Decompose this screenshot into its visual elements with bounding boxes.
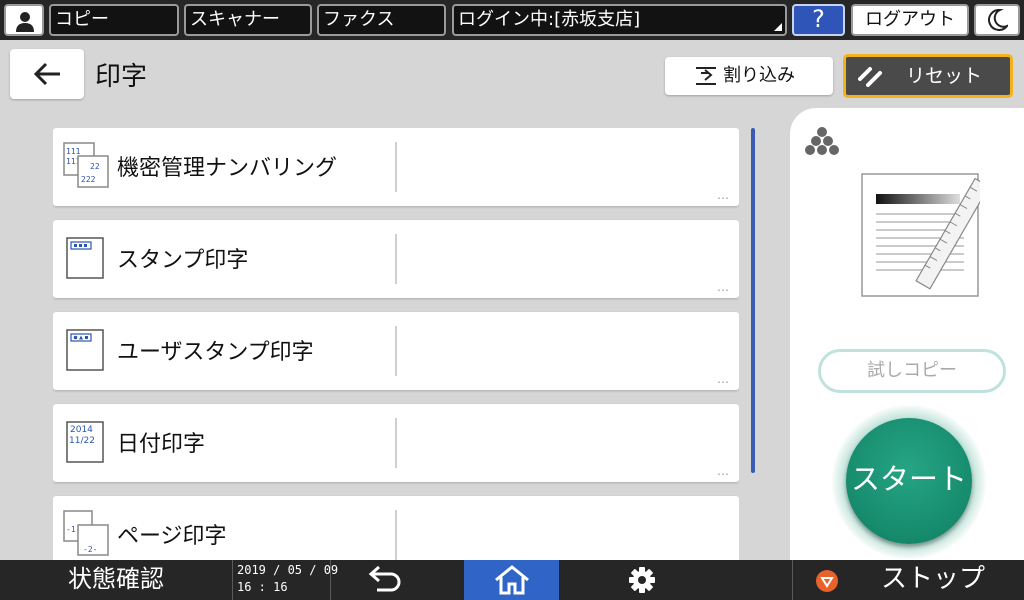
energy-saver-button[interactable] xyxy=(974,4,1020,36)
status-check-button[interactable]: 状態確認 xyxy=(0,560,232,600)
svg-text:-2-: -2- xyxy=(83,545,97,554)
stamp-icon xyxy=(66,237,104,279)
scanner-app-button[interactable]: スキャナー xyxy=(184,4,312,36)
list-item-user-stamp[interactable]: ユーザスタンプ印字 … xyxy=(53,312,739,390)
fax-app-button[interactable]: ファクス xyxy=(317,4,446,36)
svg-text:111: 111 xyxy=(66,147,81,156)
gear-icon xyxy=(629,567,655,593)
list-item-label: 機密管理ナンバリング xyxy=(117,156,338,181)
color-mode-icon xyxy=(805,127,839,155)
top-bar: コピー スキャナー ファクス ログイン中:[赤坂支店] ? ログアウト xyxy=(0,0,1024,40)
separator xyxy=(232,560,233,600)
reset-label: リセット xyxy=(906,65,983,87)
time-text: 16 : 16 xyxy=(237,580,288,594)
fax-app-label: ファクス xyxy=(323,9,395,30)
list-item-numbering[interactable]: 111 111 22 222 機密管理ナンバリング … xyxy=(53,128,739,206)
bottom-bar: 状態確認 2019 / 05 / 09 16 : 16 ストップ xyxy=(0,560,1024,600)
undo-button[interactable] xyxy=(360,560,410,600)
list-item-label: 日付印字 xyxy=(117,432,206,457)
row-divider xyxy=(395,418,397,468)
list-item-page-stamp[interactable]: -1- -2- ページ印字 … xyxy=(53,496,739,560)
list-item-label: スタンプ印字 xyxy=(117,248,249,273)
reset-button[interactable]: リセット xyxy=(843,54,1013,98)
undo-arrow-icon xyxy=(368,565,401,592)
row-divider xyxy=(395,234,397,284)
moon-icon xyxy=(988,9,1008,31)
svg-text:222: 222 xyxy=(81,175,96,184)
home-icon xyxy=(495,565,529,595)
trial-copy-button[interactable]: 試しコピー xyxy=(818,349,1006,393)
more-dots: … xyxy=(717,280,730,294)
user-icon xyxy=(16,12,34,32)
page-number-icon: -1- -2- xyxy=(63,510,109,556)
stop-label: ストップ xyxy=(881,564,986,594)
date-stamp-icon: 2014 11/22 xyxy=(66,421,104,463)
right-panel: 試しコピー スタート xyxy=(790,108,1024,560)
start-button[interactable]: スタート xyxy=(846,418,972,544)
list-item-label: ページ印字 xyxy=(117,524,227,549)
page-title: 印字 xyxy=(95,62,148,92)
list-item-date-stamp[interactable]: 2014 11/22 日付印字 … xyxy=(53,404,739,482)
list-item-label: ユーザスタンプ印字 xyxy=(117,340,314,365)
more-dots: … xyxy=(717,188,730,202)
more-dots: … xyxy=(717,464,730,478)
settings-button[interactable] xyxy=(620,560,664,600)
list-scrollbar[interactable] xyxy=(751,128,755,473)
date-text: 2019 / 05 / 09 xyxy=(237,563,339,577)
interrupt-button[interactable]: 割り込み xyxy=(665,57,833,95)
copy-app-label: コピー xyxy=(55,9,109,30)
row-divider xyxy=(395,326,397,376)
back-button[interactable] xyxy=(10,49,84,99)
stamp-options-list: 111 111 22 222 機密管理ナンバリング … スタンプ印字 … ユーザ… xyxy=(53,128,739,560)
copy-app-button[interactable]: コピー xyxy=(49,4,179,36)
logout-label: ログアウト xyxy=(865,9,955,30)
row-divider xyxy=(395,142,397,192)
back-arrow-icon xyxy=(33,62,60,86)
user-button[interactable] xyxy=(4,4,44,36)
separator xyxy=(330,560,331,600)
row-divider xyxy=(395,510,397,560)
interrupt-label: 割り込み xyxy=(723,65,795,86)
stop-button[interactable]: ストップ xyxy=(795,560,1024,600)
more-dots: … xyxy=(717,372,730,386)
reset-icon xyxy=(858,67,882,87)
dropdown-corner-icon xyxy=(774,23,782,31)
user-stamp-icon xyxy=(66,329,104,371)
svg-text:22: 22 xyxy=(90,162,100,171)
logout-button[interactable]: ログアウト xyxy=(851,4,969,36)
stamp-preview-icon xyxy=(861,173,980,297)
svg-text:11/22: 11/22 xyxy=(69,436,95,446)
help-button[interactable]: ? xyxy=(792,4,845,36)
help-label: ? xyxy=(812,5,825,33)
home-button[interactable] xyxy=(464,560,559,600)
login-status-button[interactable]: ログイン中:[赤坂支店] xyxy=(452,4,787,36)
list-item-stamp[interactable]: スタンプ印字 … xyxy=(53,220,739,298)
stop-icon xyxy=(816,570,838,592)
svg-text:2014: 2014 xyxy=(70,425,93,435)
login-status-label: ログイン中:[赤坂支店] xyxy=(458,9,641,30)
interrupt-icon xyxy=(696,67,716,85)
scanner-app-label: スキャナー xyxy=(190,9,280,30)
separator xyxy=(792,560,793,600)
numbering-icon: 111 111 22 222 xyxy=(63,142,109,188)
date-time: 2019 / 05 / 09 16 : 16 xyxy=(237,562,338,596)
